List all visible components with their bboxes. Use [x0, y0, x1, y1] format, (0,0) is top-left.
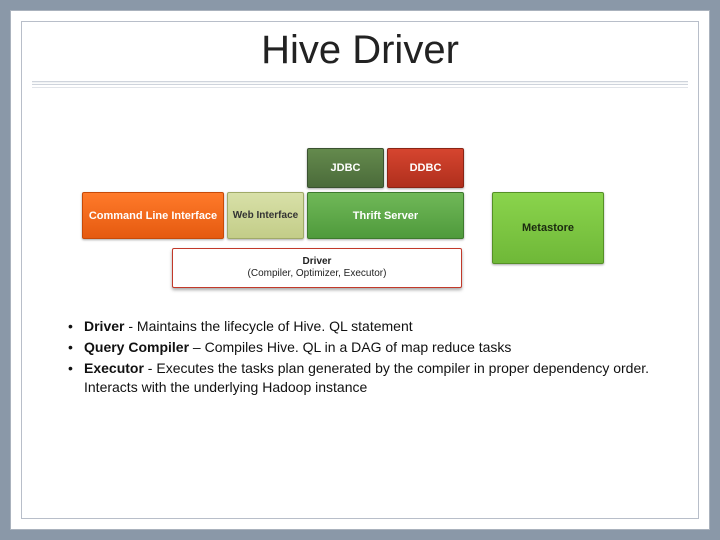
- bullet-sep: -: [124, 318, 136, 334]
- divider-thin: [32, 87, 688, 88]
- box-ddbc: DDBC: [387, 148, 464, 188]
- list-item: Driver - Maintains the lifecycle of Hive…: [64, 317, 658, 336]
- bullet-sep: –: [189, 339, 205, 355]
- bullet-term: Driver: [84, 318, 124, 334]
- box-thrift-server: Thrift Server: [307, 192, 464, 239]
- list-item: Executor - Executes the tasks plan gener…: [64, 359, 658, 397]
- list-item: Query Compiler – Compiles Hive. QL in a …: [64, 338, 658, 357]
- bullet-text: Compiles Hive. QL in a DAG of map reduce…: [205, 339, 512, 355]
- bullet-term: Executor: [84, 360, 144, 376]
- box-driver: Driver (Compiler, Optimizer, Executor): [172, 248, 462, 288]
- title-wrap: Hive Driver: [22, 22, 698, 73]
- bullet-text: Maintains the lifecycle of Hive. QL stat…: [137, 318, 413, 334]
- page-title: Hive Driver: [22, 28, 698, 73]
- driver-subtitle: (Compiler, Optimizer, Executor): [248, 268, 387, 280]
- bullet-sep: -: [144, 360, 156, 376]
- box-web-interface: Web Interface: [227, 192, 304, 239]
- divider: [32, 81, 688, 85]
- box-jdbc: JDBC: [307, 148, 384, 188]
- box-cli: Command Line Interface: [82, 192, 224, 239]
- bullet-list: Driver - Maintains the lifecycle of Hive…: [64, 317, 658, 399]
- slide: Hive Driver JDBC DDBC Command Line Inter…: [10, 10, 710, 530]
- bullet-text: Executes the tasks plan generated by the…: [84, 360, 649, 395]
- box-metastore: Metastore: [492, 192, 604, 264]
- inner-frame: Hive Driver JDBC DDBC Command Line Inter…: [21, 21, 699, 519]
- bullet-term: Query Compiler: [84, 339, 189, 355]
- driver-title: Driver: [303, 256, 332, 268]
- architecture-diagram: JDBC DDBC Command Line Interface Web Int…: [82, 152, 642, 292]
